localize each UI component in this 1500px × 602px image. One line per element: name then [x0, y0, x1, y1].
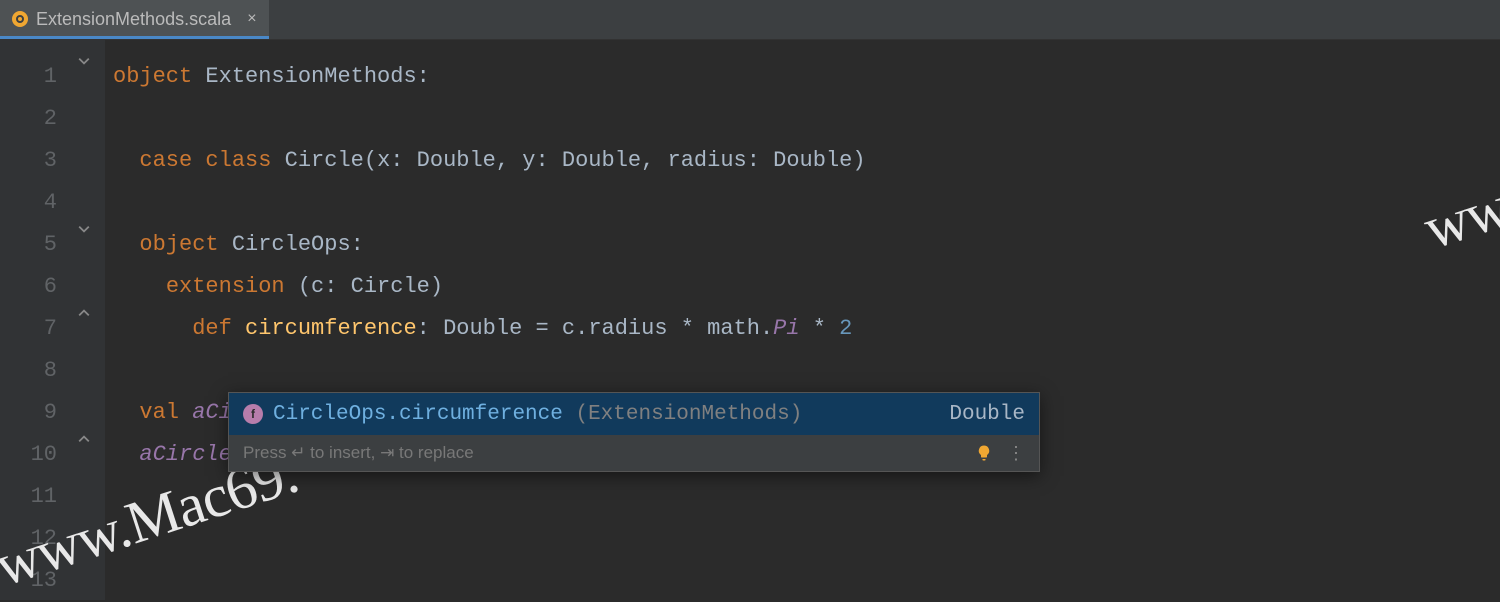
more-options-icon[interactable]: ⋮ — [1007, 443, 1025, 464]
code-line[interactable] — [105, 182, 1500, 224]
close-tab-icon[interactable]: × — [247, 10, 257, 28]
code-area[interactable]: object ExtensionMethods: case class Circ… — [105, 40, 1500, 600]
code-line[interactable]: def circumference: Double = c.radius * m… — [105, 308, 1500, 350]
fold-gutter — [75, 40, 105, 600]
tab-bar: ExtensionMethods.scala × — [0, 0, 1500, 40]
code-line[interactable]: object ExtensionMethods: — [105, 56, 1500, 98]
code-line[interactable] — [105, 350, 1500, 392]
fold-end-icon[interactable] — [77, 306, 91, 320]
completion-hint: Press ↵ to insert, ⇥ to replace — [243, 443, 971, 463]
completion-return-type: Double — [949, 403, 1025, 426]
line-number: 11 — [0, 476, 75, 518]
code-editor[interactable]: 1 2 3 4 5 6 7 8 9 10 11 12 13 object Ext… — [0, 40, 1500, 600]
line-number-gutter: 1 2 3 4 5 6 7 8 9 10 11 12 13 — [0, 40, 75, 600]
code-line[interactable]: extension (c: Circle) — [105, 266, 1500, 308]
fold-toggle-icon[interactable] — [77, 222, 91, 236]
line-number: 3 — [0, 140, 75, 182]
fold-toggle-icon[interactable] — [77, 54, 91, 68]
line-number: 8 — [0, 350, 75, 392]
code-completion-popup: f CircleOps.circumference (ExtensionMeth… — [228, 392, 1040, 472]
completion-item[interactable]: f CircleOps.circumference (ExtensionMeth… — [229, 393, 1039, 435]
line-number: 13 — [0, 560, 75, 602]
completion-footer: Press ↵ to insert, ⇥ to replace ⋮ — [229, 435, 1039, 471]
fold-end-icon[interactable] — [77, 432, 91, 446]
line-number: 1 — [0, 56, 75, 98]
completion-label: CircleOps.circumference (ExtensionMethod… — [273, 403, 939, 426]
tab-filename: ExtensionMethods.scala — [36, 9, 231, 30]
line-number: 5 — [0, 224, 75, 266]
code-line[interactable] — [105, 476, 1500, 518]
function-icon: f — [243, 404, 263, 424]
line-number: 4 — [0, 182, 75, 224]
line-number: 9 — [0, 392, 75, 434]
line-number: 10 — [0, 434, 75, 476]
file-tab[interactable]: ExtensionMethods.scala × — [0, 0, 269, 39]
scala-file-icon — [12, 11, 28, 27]
code-line[interactable] — [105, 98, 1500, 140]
line-number: 12 — [0, 518, 75, 560]
code-line[interactable]: case class Circle(x: Double, y: Double, … — [105, 140, 1500, 182]
line-number: 2 — [0, 98, 75, 140]
line-number: 7 — [0, 308, 75, 350]
code-line[interactable] — [105, 518, 1500, 560]
code-line[interactable] — [105, 560, 1500, 602]
code-line[interactable]: object CircleOps: — [105, 224, 1500, 266]
lightbulb-icon[interactable] — [975, 444, 993, 462]
line-number: 6 — [0, 266, 75, 308]
